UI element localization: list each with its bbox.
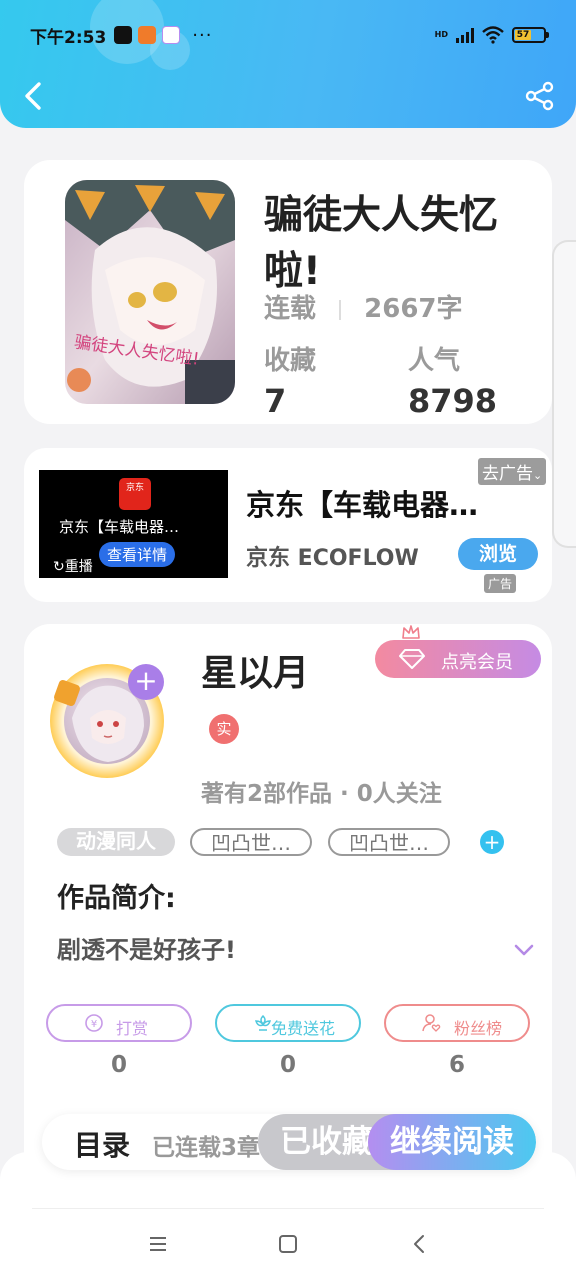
follow-author-button[interactable]: +: [128, 664, 164, 700]
book-status: 连载 2667字: [264, 288, 463, 325]
verified-badge: 实: [209, 714, 239, 744]
menu-icon: [150, 1237, 166, 1251]
divider: [339, 299, 342, 320]
divider: [32, 1208, 544, 1209]
tip-label: 打赏: [116, 1019, 149, 1038]
genre-tag[interactable]: 凹凸世…: [190, 828, 312, 856]
book-cover-illustration: 骗徒大人失忆啦!: [65, 180, 235, 404]
video-app-icon: [162, 26, 181, 44]
toc-button[interactable]: 目录: [74, 1124, 130, 1164]
tip-button[interactable]: ¥ 打赏: [46, 1004, 192, 1042]
back-arrow-icon: [414, 1235, 424, 1253]
back-button[interactable]: [18, 78, 48, 114]
wifi-icon: [482, 26, 504, 44]
intro-label: 作品简介:: [57, 883, 176, 914]
ad-badge: 广告: [484, 574, 517, 593]
flower-count: 0: [279, 1052, 296, 1078]
ad-video-title: 京东【车载电器…: [59, 518, 180, 536]
genre-tag[interactable]: 凹凸世…: [328, 828, 450, 856]
more-notifications-icon: ···: [192, 24, 213, 46]
flower-icon: [254, 1014, 272, 1031]
collect-label: 收藏: [264, 346, 317, 376]
ad-brand: 京东 ECOFLOW: [246, 546, 419, 571]
replay-icon: ↻: [53, 559, 65, 575]
jd-logo: 京东: [119, 478, 151, 510]
diamond-icon: [399, 649, 425, 669]
svg-text:¥: ¥: [91, 1019, 97, 1030]
book-info-card: 骗徒大人失忆啦! 骗徒大人失忆啦! 连载 2667字 收藏 人气 7 8798: [24, 160, 552, 424]
author-card: + 星以月 点亮会员 实 著有2部作品 · 0人关注 动漫同人 凹凸世… 凹凸世…: [24, 624, 552, 1184]
add-tag-button[interactable]: +: [480, 830, 504, 854]
paw-app-icon: [138, 26, 157, 44]
fan-ranking-label: 粉丝榜: [454, 1019, 503, 1038]
chevron-down-icon: ⌄: [533, 469, 543, 482]
battery-level: 57: [515, 30, 531, 40]
book-title: 骗徒大人失忆啦!: [264, 193, 499, 294]
expand-intro-button[interactable]: [512, 938, 536, 962]
bottom-action-bar: 目录 已连载3章 已收藏 继续阅读: [42, 1114, 536, 1170]
author-name: 星以月: [201, 653, 310, 694]
send-flower-label: 免费送花: [271, 1019, 336, 1038]
serial-status: 连载: [264, 294, 317, 324]
ad-title: 京东【车载电器…: [246, 488, 479, 522]
collect-value: 7: [264, 382, 287, 420]
signal-icon: [456, 27, 474, 43]
back-nav-button[interactable]: [408, 1232, 432, 1256]
hd-network-label: HD: [434, 30, 448, 39]
intro-text: 剧透不是好孩子!: [57, 936, 236, 964]
home-square-icon: [279, 1235, 297, 1253]
coin-icon: ¥: [85, 1014, 103, 1032]
share-button[interactable]: [524, 80, 556, 112]
status-time: 下午2:53: [30, 27, 107, 48]
ad-replay-button[interactable]: ↻重播: [53, 556, 93, 576]
genre-tag[interactable]: 动漫同人: [57, 828, 175, 856]
ad-video[interactable]: 京东 京东【车载电器… 查看详情 ↻重播: [39, 470, 228, 578]
author-meta: 著有2部作品 · 0人关注: [201, 781, 442, 807]
system-nav-bar: [0, 1152, 576, 1280]
chevron-down-icon: [514, 944, 534, 956]
user-heart-icon: [422, 1014, 441, 1032]
book-cover[interactable]: 骗徒大人失忆啦!: [65, 180, 235, 404]
popularity-value: 8798: [408, 382, 498, 420]
menu-nav-button[interactable]: [146, 1232, 170, 1256]
crown-icon: [402, 625, 420, 639]
toc-status: 已连载3章: [152, 1135, 261, 1161]
ad-replay-label: 重播: [64, 559, 93, 575]
tiktok-app-icon: [114, 26, 133, 44]
share-icon: [525, 81, 554, 111]
ad-card[interactable]: 京东 京东【车载电器… 查看详情 ↻重播 京东【车载电器… 京东 ECOFLOW…: [24, 448, 552, 602]
tip-count: 0: [110, 1052, 127, 1078]
word-count: 2667字: [364, 294, 463, 324]
remove-ad-label: 去广告: [482, 464, 533, 484]
fan-ranking-button[interactable]: 粉丝榜: [384, 1004, 530, 1042]
battery-icon: 57: [512, 27, 549, 43]
vip-activate-button[interactable]: 点亮会员: [375, 625, 541, 678]
home-nav-button[interactable]: [276, 1232, 300, 1256]
chevron-left-icon: [25, 82, 41, 110]
popularity-label: 人气: [408, 346, 461, 376]
remove-ad-button[interactable]: 去广告⌄: [478, 458, 547, 485]
side-drawer-handle[interactable]: [552, 240, 576, 548]
fan-count: 6: [448, 1052, 465, 1078]
vip-button-label: 点亮会员: [441, 652, 513, 673]
status-bar: 下午2:53 ··· HD 57: [30, 20, 549, 50]
ad-browse-button[interactable]: 浏览: [458, 538, 538, 570]
continue-reading-button[interactable]: 继续阅读: [368, 1114, 536, 1170]
send-flower-button[interactable]: 免费送花: [215, 1004, 361, 1042]
ad-view-details-button[interactable]: 查看详情: [99, 542, 176, 567]
header: 下午2:53 ··· HD 57: [0, 0, 576, 128]
